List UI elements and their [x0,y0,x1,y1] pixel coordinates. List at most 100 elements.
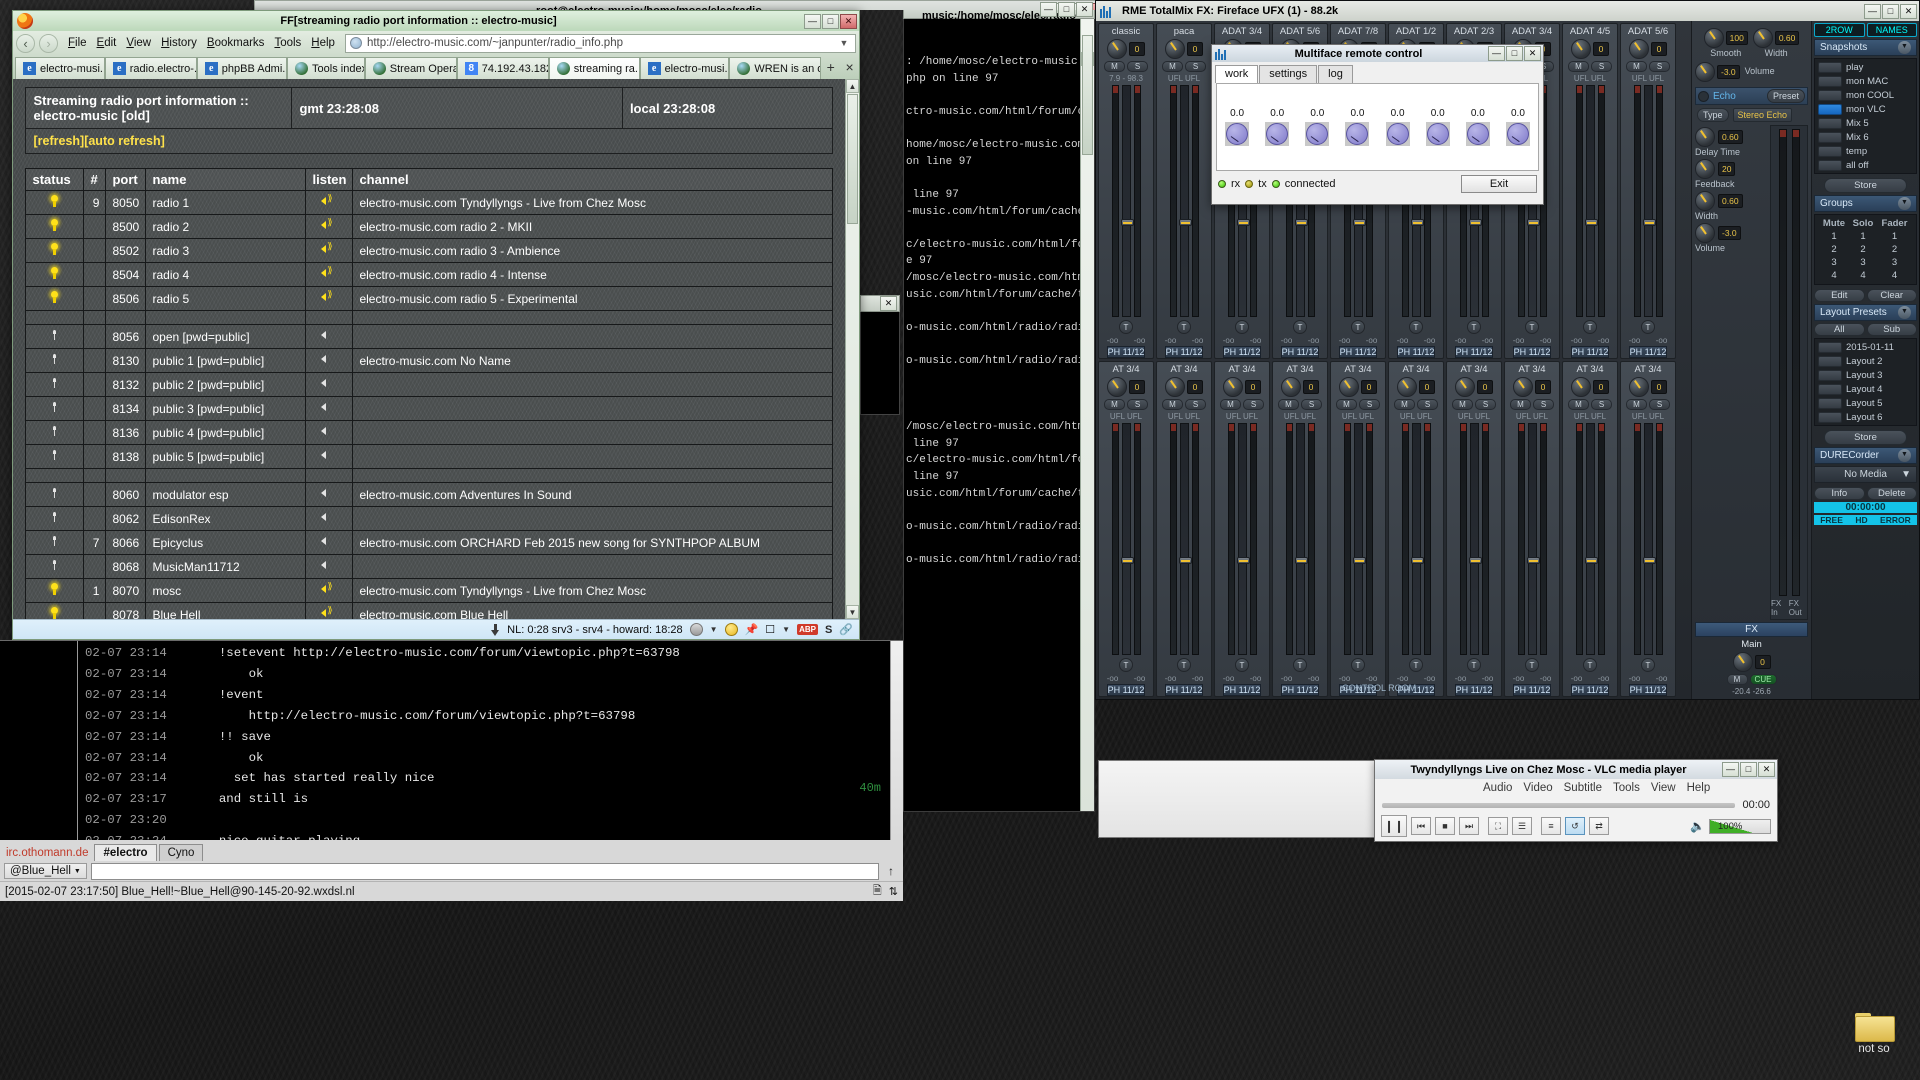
channel-strip-bottom-1[interactable]: AT 3/4 0 M S UFL UFL T -oo -oo PH 11/12 [1156,361,1212,697]
adblock-icon[interactable]: ABP [797,624,818,635]
snapshot-indicator[interactable] [1818,75,1842,87]
playlist-icon[interactable]: ≡ [1541,817,1561,835]
group-cell[interactable]: 1 [1877,230,1912,243]
speaker-idle-icon[interactable] [321,535,337,547]
chevron-down-icon[interactable]: ▼ [837,38,851,48]
new-tab-button[interactable]: + [821,59,840,75]
group-cell[interactable]: 4 [1877,269,1912,282]
channel-fader[interactable] [1178,85,1192,317]
channel-gain-knob[interactable] [1107,39,1127,59]
channel-trim-button[interactable]: T [1177,320,1191,334]
vlc-menu-help[interactable]: Help [1687,782,1711,794]
multiface-knob[interactable] [1265,122,1290,146]
irc-message-input[interactable] [90,862,879,880]
layout-indicator[interactable] [1818,397,1842,409]
play-pause-icon[interactable]: ❙❙ [1381,815,1407,837]
channel-mute-button[interactable]: M [1394,399,1415,410]
scroll-down-icon[interactable]: ▼ [846,605,859,619]
irc-tabbar[interactable]: irc.othomann.de #electro Cyno [0,840,903,861]
group-cell[interactable]: 3 [1849,256,1877,269]
multiface-tabs[interactable]: work settings log [1212,62,1543,83]
channel-mute-button[interactable]: M [1510,399,1531,410]
speaker-active-icon[interactable] [321,217,337,231]
channel-trim-button[interactable]: T [1235,658,1249,672]
multiface-knob[interactable] [1425,122,1450,146]
scroll-up-icon[interactable]: ↑ [883,864,899,878]
multiface-exit-button[interactable]: Exit [1461,175,1537,193]
channel-trim-button[interactable]: T [1525,320,1539,334]
smiley-icon[interactable] [724,623,738,636]
multiface-titlebar[interactable]: Multiface remote control — □ ✕ [1212,45,1543,62]
channel-trim-button[interactable]: T [1467,658,1481,672]
menu-item-history[interactable]: History [161,37,197,49]
link-icon[interactable]: 🔗 [839,623,853,636]
groups-clear-button[interactable]: Clear [1866,289,1917,302]
channel-strip-bottom-4[interactable]: AT 3/4 0 M S UFL UFL T -oo -oo PH 11/12 [1330,361,1386,697]
firefox-maximize-icon[interactable]: □ [822,13,839,29]
channel-fader[interactable] [1584,85,1598,317]
multiface-dialog[interactable]: Multiface remote control — □ ✕ work setti… [1211,44,1544,205]
chevron-down-icon[interactable]: ▼ [1898,306,1911,319]
channel-fader[interactable] [1120,423,1134,655]
vlc-seek-row[interactable]: 00:00 [1375,797,1777,813]
durecorder-delete-button[interactable]: Delete [1866,487,1917,500]
channel-solo-button[interactable]: S [1301,399,1322,410]
snapshot-indicator[interactable] [1818,61,1842,73]
snapshot-indicator[interactable] [1818,89,1842,101]
channel-mute-button[interactable]: M [1278,399,1299,410]
firefox-tabstrip[interactable]: e electro-musi... e radio.electro-... e phpBB… [13,55,859,79]
groups-edit-button[interactable]: Edit [1814,289,1865,302]
channel-gain-knob[interactable] [1223,377,1243,397]
chevron-down-icon[interactable]: ▼ [1898,197,1911,210]
speaker-idle-icon[interactable] [321,487,337,499]
channel-trim-button[interactable]: T [1177,658,1191,672]
snapshot-item[interactable]: Mix 6 [1816,130,1915,144]
listen-cell[interactable] [305,530,354,555]
vlc-close-icon[interactable]: ✕ [1758,762,1775,777]
snapshots-store-button[interactable]: Store [1824,178,1907,193]
terminal-scroll-thumb[interactable] [1082,35,1093,155]
channel-mute-button[interactable]: M [1626,61,1647,72]
channel-solo-button[interactable]: S [1591,399,1612,410]
channel-trim-button[interactable]: T [1641,320,1655,334]
layout-presets-header[interactable]: Layout Presets ▼ [1814,304,1917,321]
channel-fader[interactable] [1294,423,1308,655]
totalmix-titlebar[interactable]: RME TotalMix FX: Fireface UFX (1) - 88.2… [1096,1,1919,21]
layout-preset-item[interactable]: Layout 3 [1816,368,1915,382]
totalmix-minimize-icon[interactable]: — [1864,3,1881,19]
channel-strip-bottom-0[interactable]: AT 3/4 0 M S UFL UFL T -oo -oo PH 11/12 [1098,361,1154,697]
channel-fader[interactable] [1410,423,1424,655]
channel-solo-button[interactable]: S [1649,61,1670,72]
shuffle-icon[interactable]: ⇄ [1589,817,1609,835]
gray-dot-icon[interactable] [689,623,703,636]
table-row[interactable]: 8504radio 4 electro-music.com radio 4 - I… [25,262,833,287]
multiface-tab-settings[interactable]: settings [1259,65,1318,83]
channel-strip-top-1[interactable]: paca 0 M S UFL UFL T -oo -oo PH 11/12 [1156,23,1212,359]
menu-item-help[interactable]: Help [311,37,335,49]
channel-strip-bottom-7[interactable]: AT 3/4 0 M S UFL UFL T -oo -oo PH 11/12 [1504,361,1560,697]
irc-nick-selector[interactable]: @Blue_Hell ▼ [4,863,87,879]
table-row[interactable]: 18070mosc electro-music.com Tyndyllyngs -… [25,578,833,603]
totalmix-fx-panel[interactable]: 100 Smooth 0.60 Width -3.0 Volume Echo P… [1691,21,1811,699]
listen-cell[interactable] [305,214,354,239]
vlc-controls[interactable]: ❙❙ ⏮ ■ ⏭ ⛶ ☰ ≡ ↺ ⇄ 🔈 100% [1375,813,1777,839]
browser-tab-7[interactable]: e electro-musi... [639,57,730,79]
multiface-maximize-icon[interactable]: □ [1506,46,1523,61]
channel-solo-button[interactable]: S [1127,61,1148,72]
channel-gain-knob[interactable] [1107,377,1127,397]
channel-strip-bottom-2[interactable]: AT 3/4 0 M S UFL UFL T -oo -oo PH 11/12 [1214,361,1270,697]
table-row[interactable]: 7 8066 Epicyclus electro-music.com ORCHARD … [25,530,833,555]
channel-trim-button[interactable]: T [1467,320,1481,334]
channel-trim-button[interactable]: T [1583,320,1597,334]
multiface-knob-cell-4[interactable]: 0.0 [1385,108,1410,146]
group-cell[interactable]: 2 [1849,243,1877,256]
vlc-titlebar[interactable]: Twyndyllyngs Live on Chez Mosc - VLC med… [1375,760,1777,779]
browser-tab-2[interactable]: e phpBB Admi... [196,57,288,79]
layout-presets-list[interactable]: 2015-01-11 Layout 2 Layout 3 Layout 4 Layout… [1814,338,1917,426]
layout-indicator[interactable] [1818,341,1842,353]
channel-trim-button[interactable]: T [1293,320,1307,334]
table-row[interactable]: 8062 EdisonRex [25,506,833,531]
table-row[interactable]: 8500radio 2 electro-music.com radio 2 - M… [25,214,833,239]
menu-item-tools[interactable]: Tools [274,37,301,49]
listen-cell[interactable] [305,602,354,619]
